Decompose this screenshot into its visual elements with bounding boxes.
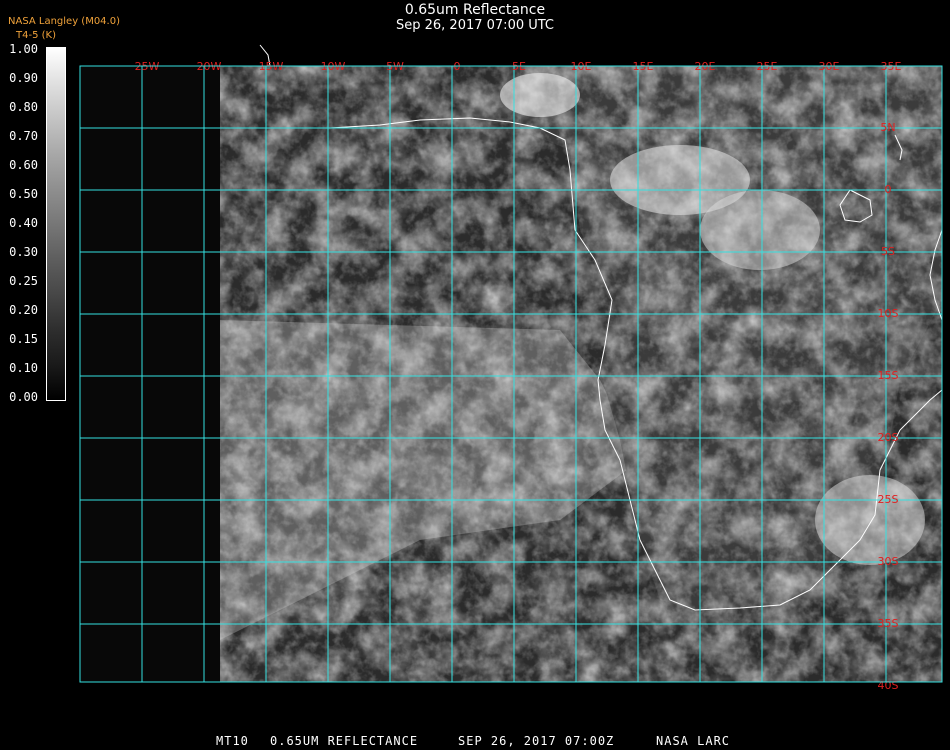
satellite-map: 25W 20W 15W 10W 5W 0 5E 10E 15E 20E 25E 30E 35E5N05S… [79, 44, 943, 692]
footer-date: SEP 26, 2017 07:00Z [458, 734, 615, 748]
footer-source: NASA LARC [656, 734, 731, 748]
latitude-label: 5S [881, 245, 895, 258]
latitude-label: 20S [878, 431, 899, 444]
latitude-label: 10S [878, 307, 899, 320]
footer-product: 0.65UM REFLECTANCE [270, 734, 419, 748]
footer-satellite: MT10 [216, 734, 249, 748]
latitude-label: 30S [878, 555, 899, 568]
latitude-label: 35S [878, 617, 899, 630]
latitude-label: 5N [880, 121, 895, 134]
no-data-region [80, 66, 220, 682]
latitude-label: 40S [878, 679, 899, 692]
latitude-label: 25S [878, 493, 899, 506]
latitude-label: 15S [878, 369, 899, 382]
latitude-label: 0 [885, 183, 892, 196]
